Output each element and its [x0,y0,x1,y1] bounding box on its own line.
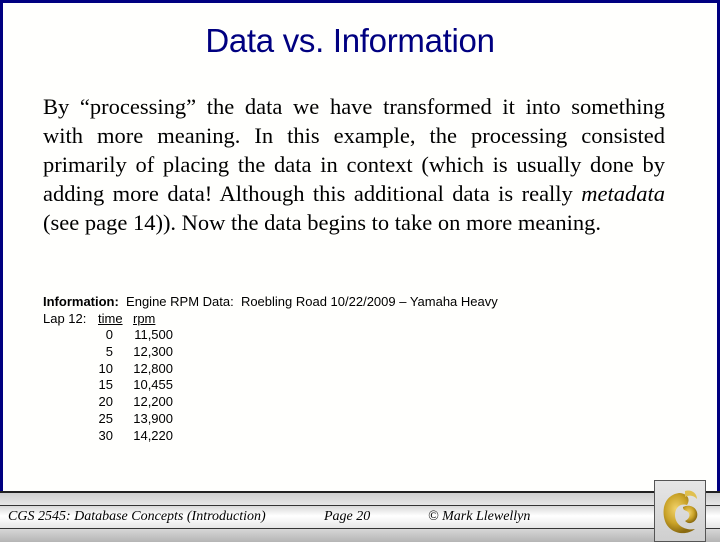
paragraph-italic: metadata [581,181,665,206]
footer-author: © Mark Llewellyn [428,509,531,524]
rpm-cell: 12,300 [133,343,173,359]
rpm-cell: 12,200 [133,394,173,410]
lap-label: Lap 12: [43,310,87,326]
paragraph-text-2: (see page 14)). Now the data begins to t… [43,210,601,235]
time-cell: 10 [98,360,113,376]
time-cell: 5 [105,343,113,359]
footer-course: CGS 2545: Database Concepts (Introductio… [8,509,266,524]
time-cell: 30 [98,427,113,443]
column-header-rpm: rpm [133,310,156,326]
ucf-pegasus-logo-icon [663,490,698,534]
footer-page-number: Page 20 [324,509,371,524]
information-block: Information: Engine RPM Data: Roebling R… [43,294,498,328]
rpm-cell: 13,900 [133,410,173,426]
slide-footer: CGS 2545: Database Concepts (Introductio… [0,491,720,542]
rpm-cell: 12,800 [133,360,173,376]
time-cell: 25 [98,410,113,426]
information-label: Information: [43,294,119,309]
time-cell: 15 [98,377,113,393]
information-header: Information: Engine RPM Data: Roebling R… [43,294,498,311]
lap-header: Lap 12: time rpm [43,311,498,328]
rpm-cell: 10,455 [133,377,173,393]
time-cell: 20 [98,394,113,410]
logo-box [654,480,706,542]
body-paragraph: By “processing” the data we have transfo… [43,92,665,237]
rpm-cell: 11,500 [134,327,173,342]
rpm-cell: 14,220 [133,427,173,443]
information-description: Engine RPM Data: Roebling Road 10/22/200… [118,294,498,309]
time-cell: 0 [105,327,113,342]
column-header-time: time [98,310,123,326]
slide-title: Data vs. Information [205,22,495,59]
paragraph-text-1: By “processing” the data we have transfo… [43,94,665,206]
